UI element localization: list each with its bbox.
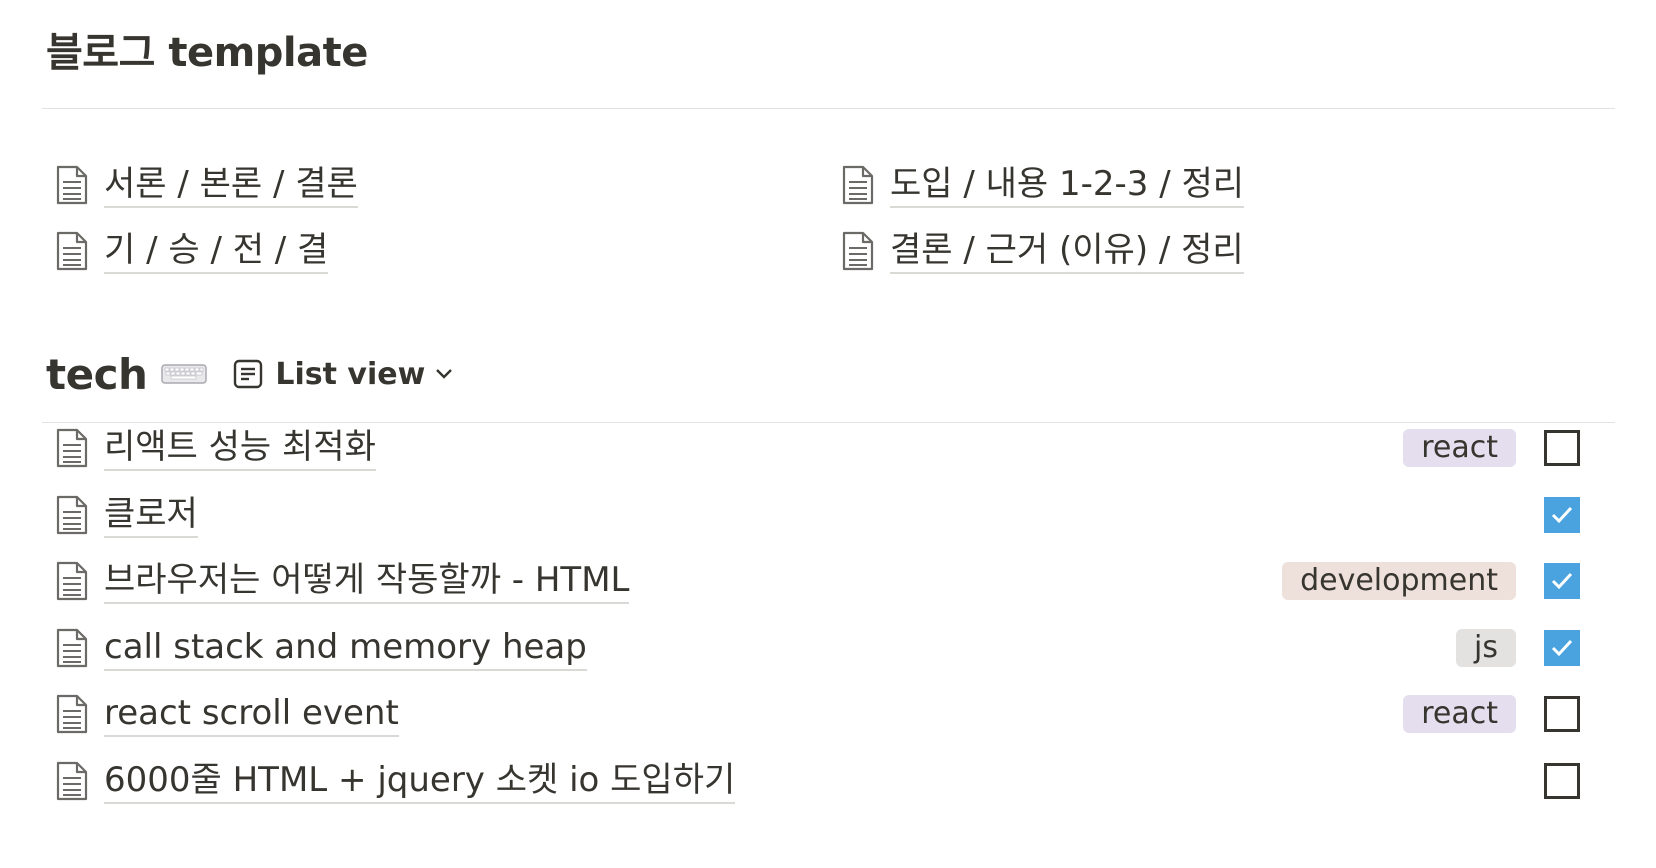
template-link-intro-body-conclusion[interactable]: 서론 / 본론 / 결론: [52, 160, 358, 210]
document-icon: [52, 692, 92, 736]
document-icon: [52, 426, 92, 470]
list-item: call stack and memory heap js: [52, 620, 1600, 676]
list-item: 브라우저는 어떻게 작동할까 - HTML development: [52, 553, 1600, 609]
checkbox-checked[interactable]: [1544, 497, 1580, 533]
template-link-label: 도입 / 내용 1-2-3 / 정리: [890, 163, 1245, 208]
list-item-title: 6000줄 HTML + jquery 소켓 io 도입하기: [104, 759, 736, 804]
list-item-page-link[interactable]: react scroll event: [52, 689, 399, 739]
database-title[interactable]: tech: [46, 350, 148, 399]
list-view-icon: [233, 359, 263, 389]
list-item-properties: [1544, 763, 1600, 799]
document-icon: [52, 163, 92, 207]
tag-badge[interactable]: js: [1456, 629, 1516, 667]
checkbox-unchecked[interactable]: [1544, 696, 1580, 732]
checkbox-checked[interactable]: [1544, 563, 1580, 599]
view-switch-label: List view: [275, 356, 426, 392]
document-icon: [52, 229, 92, 273]
template-link-label: 결론 / 근거 (이유) / 정리: [890, 229, 1244, 274]
list-item-page-link[interactable]: 클로저: [52, 490, 198, 540]
template-link-conclusion-reason-summary[interactable]: 결론 / 근거 (이유) / 정리: [838, 226, 1244, 276]
chevron-down-icon: [435, 368, 453, 380]
checkmark-icon: [1550, 571, 1574, 591]
list-item: 6000줄 HTML + jquery 소켓 io 도입하기: [52, 753, 1600, 809]
list-item-properties: js: [1456, 629, 1600, 667]
page-title: 블로그 template: [46, 30, 368, 76]
list-item: react scroll event react: [52, 686, 1600, 742]
template-link-four-part[interactable]: 기 / 승 / 전 / 결: [52, 226, 329, 276]
list-item-page-link[interactable]: 브라우저는 어떻게 작동할까 - HTML: [52, 556, 630, 606]
document-icon: [838, 163, 878, 207]
tag-badge[interactable]: development: [1282, 562, 1516, 600]
view-switch-button[interactable]: List view: [233, 357, 453, 392]
template-link-intro-content-summary[interactable]: 도입 / 내용 1-2-3 / 정리: [838, 160, 1245, 210]
tag-badge[interactable]: react: [1403, 695, 1516, 733]
keyboard-icon: [161, 362, 208, 386]
database-header: tech List view: [46, 344, 453, 404]
list-item-title: 리액트 성능 최적화: [104, 426, 376, 471]
list-item-title: call stack and memory heap: [104, 626, 587, 671]
list-item-properties: [1544, 497, 1600, 533]
template-link-label: 기 / 승 / 전 / 결: [104, 229, 329, 274]
list-item: 클로저: [52, 487, 1600, 543]
list-item: 리액트 성능 최적화 react: [52, 420, 1600, 476]
list-item-properties: development: [1282, 562, 1600, 600]
checkbox-unchecked[interactable]: [1544, 430, 1580, 466]
tag-badge[interactable]: react: [1403, 429, 1516, 467]
document-icon: [52, 759, 92, 803]
checkbox-checked[interactable]: [1544, 630, 1580, 666]
list-item-properties: react: [1403, 429, 1600, 467]
document-icon: [52, 493, 92, 537]
document-icon: [52, 626, 92, 670]
list-item-page-link[interactable]: call stack and memory heap: [52, 623, 587, 673]
list-item-properties: react: [1403, 695, 1600, 733]
checkbox-unchecked[interactable]: [1544, 763, 1580, 799]
list-item-title: 클로저: [104, 493, 198, 538]
list-item-page-link[interactable]: 리액트 성능 최적화: [52, 423, 376, 473]
list-item-page-link[interactable]: 6000줄 HTML + jquery 소켓 io 도입하기: [52, 756, 736, 806]
document-icon: [838, 229, 878, 273]
checkmark-icon: [1550, 505, 1574, 525]
list-item-title: react scroll event: [104, 692, 399, 737]
checkmark-icon: [1550, 638, 1574, 658]
template-link-label: 서론 / 본론 / 결론: [104, 163, 358, 208]
title-divider: [42, 108, 1615, 109]
notion-page: 블로그 template 서론 / 본론 / 결론 도입 / 내용 1-2-3 …: [0, 0, 1656, 868]
document-icon: [52, 559, 92, 603]
list-item-title: 브라우저는 어떻게 작동할까 - HTML: [104, 559, 630, 604]
